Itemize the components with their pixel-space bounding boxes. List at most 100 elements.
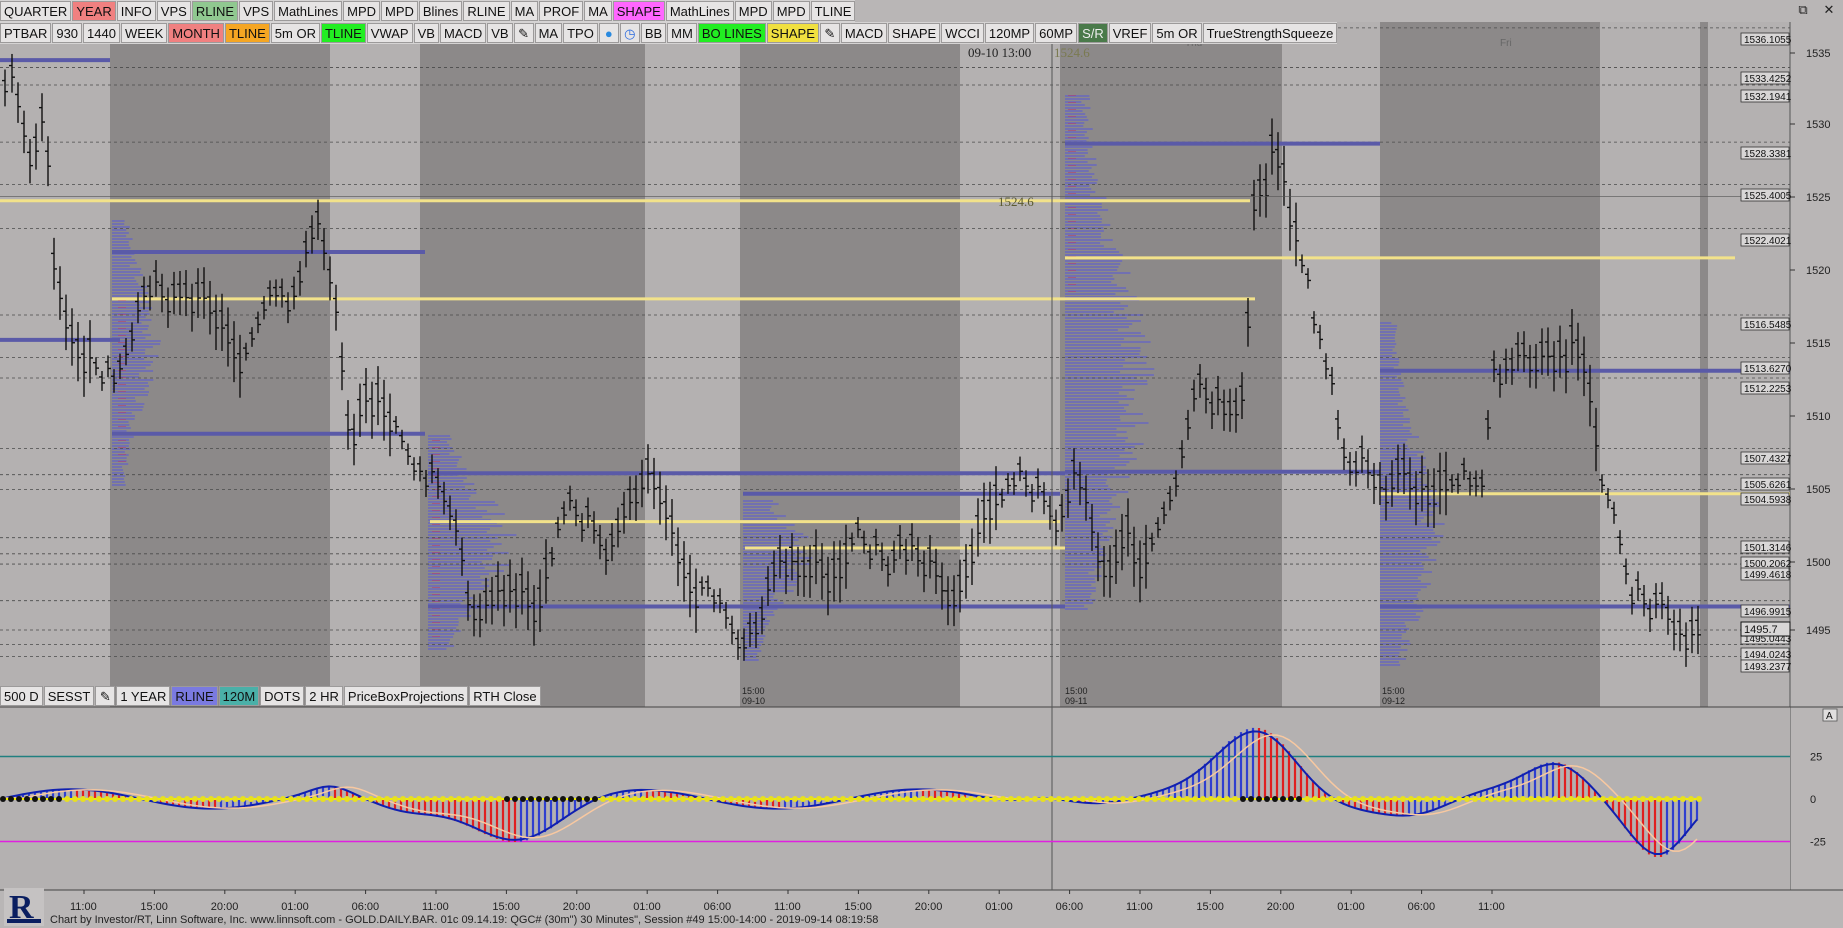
bottom-button-1-year[interactable]: 1 YEAR [116, 686, 171, 706]
top-button-ma[interactable]: MA [510, 1, 539, 21]
main-button-1440[interactable]: 1440 [83, 23, 120, 43]
top-button-quarter[interactable]: QUARTER [0, 1, 72, 21]
profile-edge [1068, 130, 1076, 131]
top-button-tline[interactable]: TLINE [810, 1, 856, 21]
top-button-prof[interactable]: PROF [539, 1, 584, 21]
profile-edge [432, 559, 440, 560]
zero-dot [880, 796, 886, 802]
main-button-shape[interactable]: SHAPE [888, 23, 941, 43]
profile-bar [112, 415, 135, 417]
main-button-vb[interactable]: VB [487, 23, 513, 43]
bottom-button-2-hr[interactable]: 2 HR [305, 686, 343, 706]
profile-bar [1065, 266, 1119, 268]
main-button-5m-or[interactable]: 5m OR [1152, 23, 1202, 43]
profile-bar [743, 593, 775, 595]
profile-bar [1065, 581, 1096, 583]
profile-bar [1380, 397, 1406, 399]
date-marker-time: 15:00 [742, 686, 765, 696]
zero-dot [120, 796, 126, 802]
bottom-button-rline[interactable]: RLINE [171, 686, 218, 706]
main-button-bo-lines[interactable]: BO LINES [697, 23, 766, 43]
bottom-button-500-d[interactable]: 500 D [0, 686, 43, 706]
main-button-120mp[interactable]: 120MP [984, 23, 1035, 43]
main-button-bb[interactable]: BB [640, 23, 667, 43]
profile-edge [432, 454, 440, 455]
bottom-button-120m[interactable]: 120M [218, 686, 260, 706]
main-button-ptbar[interactable]: PTBAR [0, 23, 52, 43]
chart-canvas[interactable]: 09-10 13:001524.61524.6ThuFri15:0009-101… [0, 0, 1843, 928]
profile-bar [1380, 637, 1402, 639]
top-button-blines[interactable]: Blines [418, 1, 463, 21]
top-button-year[interactable]: YEAR [72, 1, 116, 21]
main-button-60mp[interactable]: 60MP [1035, 23, 1078, 43]
zero-dot [1560, 796, 1566, 802]
profile-bar [112, 466, 123, 468]
main-button-ma[interactable]: MA [534, 23, 563, 43]
main-button-tline[interactable]: TLINE [320, 23, 366, 43]
zero-dot [1352, 796, 1358, 802]
main-button-wcci[interactable]: WCCI [941, 23, 984, 43]
bottom-button-rth-close[interactable]: RTH Close [469, 686, 541, 706]
profile-bar [1065, 215, 1101, 217]
profile-bar [1065, 590, 1096, 592]
main-button-vref[interactable]: VREF [1108, 23, 1152, 43]
time-axis-tick: 11:00 [1126, 901, 1153, 913]
top-button-mpd[interactable]: MPD [343, 1, 380, 21]
main-button-tline[interactable]: TLINE [224, 23, 270, 43]
main-clock-icon-16[interactable]: ◷ [619, 23, 640, 43]
profile-bar [112, 265, 130, 267]
main-button-s-r[interactable]: S/R [1078, 23, 1108, 43]
profile-bar [1380, 568, 1424, 570]
top-button-shape[interactable]: SHAPE [612, 1, 665, 21]
main-button-month[interactable]: MONTH [168, 23, 224, 43]
main-button-mm[interactable]: MM [667, 23, 697, 43]
bottom-button-priceboxprojections[interactable]: PriceBoxProjections [343, 686, 469, 706]
bottom-button-sesst[interactable]: SESST [43, 686, 95, 706]
main-button-truestrengthsqueeze[interactable]: TrueStrengthSqueeze [1202, 23, 1338, 43]
main-button-macd[interactable]: MACD [439, 23, 487, 43]
date-marker-date: 09-12 [1382, 696, 1405, 706]
profile-bar [1065, 194, 1091, 196]
zero-dot [1008, 796, 1014, 802]
main-button-shape[interactable]: SHAPE [766, 23, 819, 43]
top-button-mpd[interactable]: MPD [772, 1, 810, 21]
main-button-5m-or[interactable]: 5m OR [270, 23, 320, 43]
top-button-mpd[interactable]: MPD [381, 1, 418, 21]
top-button-rline[interactable]: RLINE [191, 1, 239, 21]
price-level-value: 1499.4618 [1744, 570, 1792, 581]
profile-edge [432, 601, 440, 602]
zero-dot [976, 796, 982, 802]
bottom-pencil-icon-2[interactable]: ✎ [95, 686, 116, 706]
profile-bar [428, 576, 481, 578]
profile-bar [1065, 260, 1123, 262]
top-button-mathlines[interactable]: MathLines [274, 1, 343, 21]
top-button-info[interactable]: INFO [116, 1, 156, 21]
main-button-vb[interactable]: VB [413, 23, 439, 43]
main-pencil-icon-21[interactable]: ✎ [819, 23, 840, 43]
zero-dot [1592, 796, 1598, 802]
main-button-930[interactable]: 930 [52, 23, 83, 43]
close-window-icon[interactable]: ✕ [1821, 2, 1837, 18]
zero-dot [1312, 796, 1318, 802]
top-button-mathlines[interactable]: MathLines [665, 1, 734, 21]
profile-bar [112, 457, 127, 459]
top-button-rline[interactable]: RLINE [463, 1, 510, 21]
top-button-mpd[interactable]: MPD [734, 1, 772, 21]
zero-dot [304, 796, 310, 802]
top-button-ma[interactable]: MA [584, 1, 612, 21]
top-button-vps[interactable]: VPS [239, 1, 274, 21]
main-button-week[interactable]: WEEK [120, 23, 168, 43]
time-axis-tick: 20:00 [563, 901, 591, 913]
top-button-vps[interactable]: VPS [156, 1, 191, 21]
restore-window-icon[interactable]: ⧉ [1795, 2, 1811, 18]
zero-dot [480, 796, 486, 802]
profile-edge [1068, 249, 1076, 250]
main-button-vwap[interactable]: VWAP [366, 23, 413, 43]
main-button-tpo[interactable]: TPO [563, 23, 598, 43]
bottom-button-dots[interactable]: DOTS [260, 686, 305, 706]
profile-bar [1380, 364, 1399, 366]
main-button-macd[interactable]: MACD [840, 23, 888, 43]
main-pencil-icon-12[interactable]: ✎ [513, 23, 534, 43]
main-drop-icon-15[interactable]: ● [598, 23, 619, 43]
profile-bar [1380, 328, 1397, 330]
